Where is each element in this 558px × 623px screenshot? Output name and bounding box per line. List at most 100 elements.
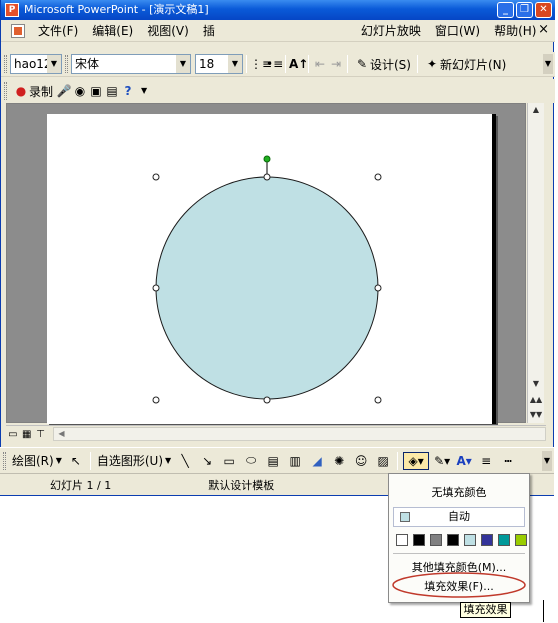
menu-slideshow[interactable]: 幻灯片放映 bbox=[354, 21, 428, 41]
increase-indent-icon[interactable]: ⇥ bbox=[328, 56, 344, 72]
line-color-icon[interactable]: ✎▾ bbox=[433, 452, 451, 470]
menu-help[interactable]: 帮助(H) bbox=[487, 21, 543, 41]
color-swatch[interactable] bbox=[396, 534, 408, 546]
diagram-icon[interactable]: ✺ bbox=[330, 452, 348, 470]
resize-handle[interactable] bbox=[374, 284, 382, 292]
draw-label: 绘图(R) bbox=[12, 454, 54, 468]
draw-menu-button[interactable]: 绘图(R) ▼ bbox=[9, 451, 65, 471]
resize-handle[interactable] bbox=[263, 396, 271, 404]
help-icon[interactable]: ? bbox=[120, 83, 136, 99]
automatic-fill-option[interactable]: 自动 bbox=[393, 507, 525, 527]
clipart-icon[interactable]: ☺ bbox=[352, 452, 370, 470]
menu-file[interactable]: 文件(F) bbox=[31, 21, 85, 41]
resize-handle[interactable] bbox=[374, 173, 382, 181]
horizontal-scrollbar[interactable]: ◀ bbox=[53, 427, 547, 441]
minimize-button[interactable]: _ bbox=[497, 2, 514, 18]
picture-icon[interactable]: ▨ bbox=[374, 452, 392, 470]
rectangle-icon[interactable]: ▭ bbox=[220, 452, 238, 470]
autoshapes-button[interactable]: 自选图形(U) ▼ bbox=[94, 451, 174, 471]
new-slide-icon: ✦ bbox=[426, 57, 438, 71]
next-slide-icon[interactable]: ▼▼ bbox=[528, 408, 544, 422]
wordart-icon[interactable]: ◢ bbox=[308, 452, 326, 470]
restore-button[interactable]: ❐ bbox=[516, 2, 533, 18]
resize-handle[interactable] bbox=[152, 396, 160, 404]
color-swatch[interactable] bbox=[413, 534, 425, 546]
chevron-down-icon: ▼ bbox=[55, 456, 62, 465]
vertical-scrollbar[interactable]: ▲ ▼ ▲▲ ▼▼ bbox=[527, 103, 544, 423]
document-close-icon[interactable]: × bbox=[538, 22, 549, 37]
slide-sorter-icon[interactable]: ▦ bbox=[20, 429, 34, 440]
toolbar-grip[interactable] bbox=[4, 82, 7, 100]
color-swatch[interactable] bbox=[430, 534, 442, 546]
powerpoint-app-icon[interactable]: P bbox=[5, 3, 19, 17]
menu-window[interactable]: 窗口(W) bbox=[428, 21, 487, 41]
narration-icon[interactable]: 🎤 bbox=[56, 83, 72, 99]
font-color-icon[interactable]: A▾ bbox=[455, 452, 473, 470]
vertical-textbox-icon[interactable]: ▥ bbox=[286, 452, 304, 470]
design-label: 设计(S) bbox=[370, 57, 411, 72]
style-combo[interactable]: hao123 ▼ bbox=[10, 54, 62, 74]
decrease-indent-icon[interactable]: ⇤ bbox=[312, 56, 328, 72]
line-icon[interactable]: ╲ bbox=[176, 452, 194, 470]
record-button[interactable]: ● 录制 bbox=[10, 81, 56, 101]
chevron-down-icon[interactable]: ▼ bbox=[228, 55, 242, 73]
color-swatch[interactable] bbox=[515, 534, 527, 546]
oval-icon[interactable]: ⬭ bbox=[242, 452, 260, 470]
toolbar-grip[interactable] bbox=[65, 55, 68, 73]
color-swatch[interactable] bbox=[481, 534, 493, 546]
font-combo-value: 宋体 bbox=[75, 57, 100, 71]
highlight-ellipse bbox=[392, 572, 526, 598]
previous-slide-icon[interactable]: ▲▲ bbox=[528, 393, 544, 407]
bullets-icon[interactable]: •≡ bbox=[266, 56, 283, 72]
increase-font-icon[interactable]: A↑ bbox=[289, 56, 308, 72]
font-combo[interactable]: 宋体 ▼ bbox=[71, 54, 191, 74]
scroll-left-icon[interactable]: ◀ bbox=[54, 428, 68, 440]
scroll-down-icon[interactable]: ▼ bbox=[528, 377, 544, 391]
selected-circle-shape[interactable] bbox=[155, 176, 379, 400]
automatic-label: 自动 bbox=[448, 510, 470, 523]
design-button[interactable]: ✎ 设计(S) bbox=[351, 54, 414, 74]
publish-icon[interactable]: ▤ bbox=[104, 83, 120, 99]
view-bar: ▭ ▦ ⊤ ◀ bbox=[6, 425, 547, 442]
menu-edit[interactable]: 编辑(E) bbox=[85, 21, 140, 41]
resize-handle[interactable] bbox=[152, 284, 160, 292]
webcam-icon[interactable]: ◉ bbox=[72, 83, 88, 99]
toolbar-options-chevron-icon[interactable]: ▼ bbox=[543, 54, 553, 74]
resize-handle[interactable] bbox=[374, 396, 382, 404]
automatic-color-swatch bbox=[400, 512, 410, 522]
color-swatch[interactable] bbox=[464, 534, 476, 546]
formatting-toolbar: hao123 ▼ 宋体 ▼ 18 ▼ ⋮≡ •≡ A↑ ⇤ ⇥ ✎ 设计(S) … bbox=[1, 52, 555, 77]
menu-insert[interactable]: 插 bbox=[196, 21, 222, 41]
chevron-down-icon[interactable]: ▼ bbox=[47, 55, 61, 73]
font-size-combo[interactable]: 18 ▼ bbox=[195, 54, 243, 74]
toolbar-options-chevron-icon[interactable]: ▼ bbox=[542, 450, 552, 471]
normal-view-icon[interactable]: ▭ bbox=[6, 429, 20, 440]
separator bbox=[89, 451, 91, 470]
menu-view[interactable]: 视图(V) bbox=[140, 21, 196, 41]
presentation-icon[interactable]: ▣ bbox=[88, 83, 104, 99]
document-icon[interactable] bbox=[11, 23, 25, 38]
dash-style-icon[interactable]: ┅ bbox=[499, 452, 517, 470]
fill-color-icon[interactable]: ◈▾ bbox=[403, 451, 430, 470]
numbering-icon[interactable]: ⋮≡ bbox=[250, 56, 272, 72]
textbox-icon[interactable]: ▤ bbox=[264, 452, 282, 470]
arrow-icon[interactable]: ↘ bbox=[198, 452, 216, 470]
design-icon: ✎ bbox=[356, 57, 368, 71]
select-pointer-icon[interactable]: ↖ bbox=[67, 452, 85, 470]
resize-handle[interactable] bbox=[152, 173, 160, 181]
new-slide-button[interactable]: ✦ 新幻灯片(N) bbox=[421, 54, 509, 74]
line-style-icon[interactable]: ≡ bbox=[477, 452, 495, 470]
chevron-down-icon[interactable]: ▼ bbox=[176, 55, 190, 73]
slideshow-view-icon[interactable]: ⊤ bbox=[34, 429, 48, 440]
resize-handle[interactable] bbox=[263, 173, 271, 181]
toolbar-grip[interactable] bbox=[4, 55, 7, 73]
title-bar[interactable]: P Microsoft PowerPoint - [演示文稿1] _ ❐ ✕ bbox=[1, 0, 555, 20]
close-button[interactable]: ✕ bbox=[535, 2, 552, 18]
color-swatch[interactable] bbox=[498, 534, 510, 546]
no-fill-option[interactable]: 无填充颜色 bbox=[389, 484, 529, 500]
color-swatch[interactable] bbox=[447, 534, 459, 546]
toolbar-grip[interactable] bbox=[3, 451, 6, 470]
scroll-up-icon[interactable]: ▲ bbox=[528, 103, 544, 117]
toolbar-options-chevron-icon[interactable]: ▼ bbox=[136, 83, 152, 99]
rotate-handle[interactable] bbox=[263, 155, 271, 163]
